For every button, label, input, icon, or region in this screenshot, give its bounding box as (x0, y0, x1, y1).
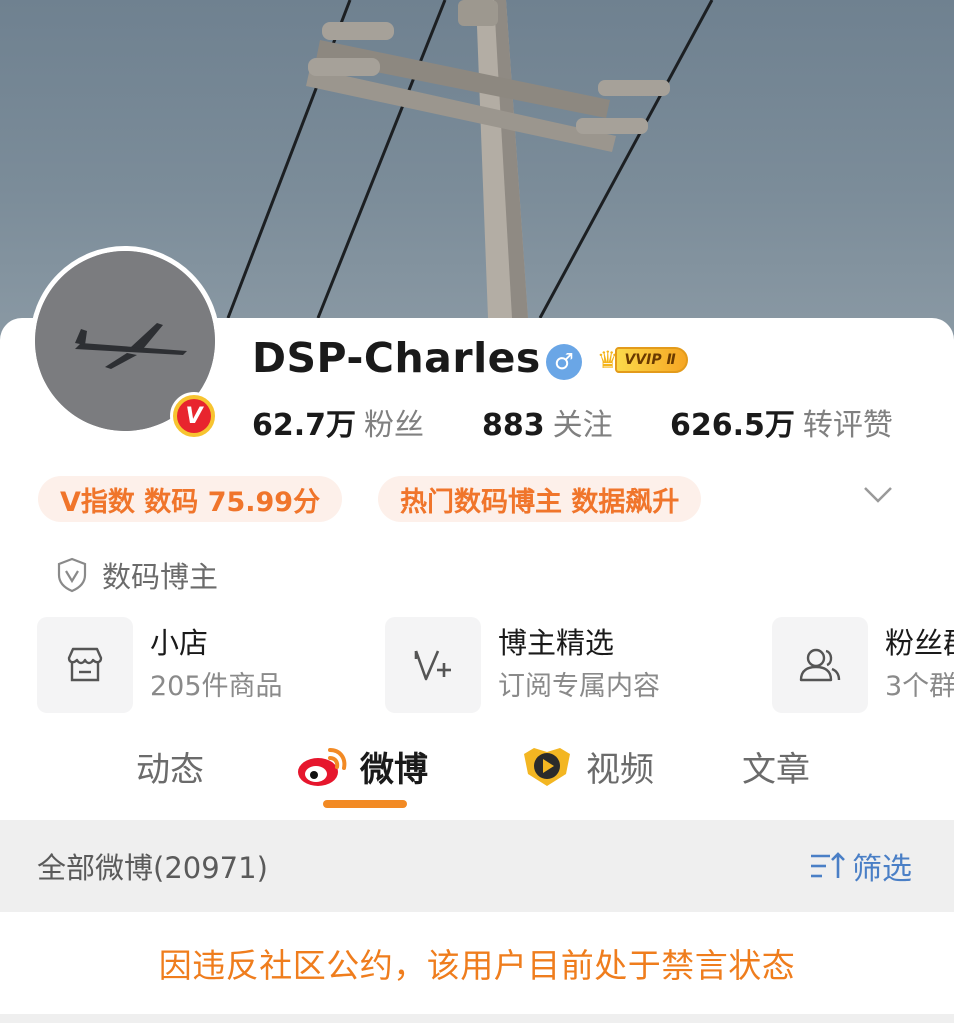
stat-value: 62.7万 (252, 408, 357, 443)
service-title: 粉丝群 (885, 626, 954, 660)
tab-weibo[interactable]: 微博 (296, 736, 428, 796)
feed-filter-bar: 全部微博(20971) 筛选 (0, 820, 954, 912)
stat-value: 883 (482, 408, 545, 443)
stat-value: 626.5万 (670, 408, 795, 443)
stat-label: 粉丝 (364, 408, 425, 443)
group-icon-box (772, 617, 868, 713)
featured-icon-box (385, 617, 481, 713)
tab-label: 微博 (360, 749, 428, 790)
username: DSP-Charles (252, 334, 541, 382)
profile-tabs: 动态 微博 视频 文章 (0, 736, 954, 816)
vvip-badge[interactable]: ♛ VVIP Ⅱ (597, 344, 688, 376)
certification[interactable]: 数码博主 (56, 556, 218, 594)
filter-button[interactable]: 筛选 (808, 844, 912, 888)
service-subtitle: 订阅专属内容 (498, 671, 660, 702)
certification-text: 数码博主 (102, 560, 219, 594)
vvip-label: VVIP Ⅱ (614, 347, 688, 373)
filter-label: 筛选 (852, 852, 912, 887)
service-title: 博主精选 (498, 626, 615, 660)
tab-feed[interactable]: 动态 (136, 736, 204, 796)
banned-notice-text: 因违反社区公约，该用户目前处于禁言状态 (158, 946, 796, 985)
service-shop[interactable]: 小店 205件商品 (37, 617, 283, 713)
stat-followers[interactable]: 62.7万 粉丝 (252, 400, 424, 444)
bottom-divider (0, 1014, 954, 1023)
service-subtitle: 3个群 (885, 671, 954, 702)
shop-icon (67, 647, 103, 682)
tab-articles[interactable]: 文章 (742, 736, 810, 796)
tab-video[interactable]: 视频 (520, 736, 654, 796)
stat-label: 转评赞 (802, 408, 893, 443)
shield-v-icon (57, 557, 87, 593)
filter-sort-icon (811, 852, 845, 878)
v-plus-icon (414, 650, 451, 681)
verified-v-icon: V (177, 399, 211, 433)
service-subtitle: 205件商品 (150, 671, 283, 702)
service-fan-group[interactable]: 粉丝群 3个群 (772, 617, 954, 713)
chevron-down-icon[interactable] (862, 484, 894, 506)
v-index-tag[interactable]: V指数 数码 75.99分 (38, 476, 343, 522)
tab-label: 动态 (136, 749, 204, 790)
shop-icon-box (37, 617, 133, 713)
feed-count: 全部微博(20971) (37, 851, 268, 885)
tab-label: 文章 (742, 749, 810, 790)
male-gender-icon: ♂ (546, 344, 582, 380)
stat-following[interactable]: 883 关注 (482, 400, 613, 444)
stat-label: 关注 (552, 408, 613, 443)
weibo-logo-icon (298, 748, 347, 786)
stat-reposts-comments-likes[interactable]: 626.5万 转评赞 (670, 400, 893, 444)
video-icon (524, 748, 570, 786)
verified-badge: V (170, 392, 218, 440)
active-tab-indicator (323, 800, 407, 808)
service-featured[interactable]: 博主精选 订阅专属内容 (385, 617, 660, 713)
hot-blogger-tag[interactable]: 热门数码博主 数据飙升 (378, 476, 702, 522)
group-icon (799, 648, 841, 682)
service-title: 小店 (150, 626, 209, 660)
tab-label: 视频 (586, 749, 654, 790)
banned-notice: 因违反社区公约，该用户目前处于禁言状态 (0, 912, 954, 1014)
